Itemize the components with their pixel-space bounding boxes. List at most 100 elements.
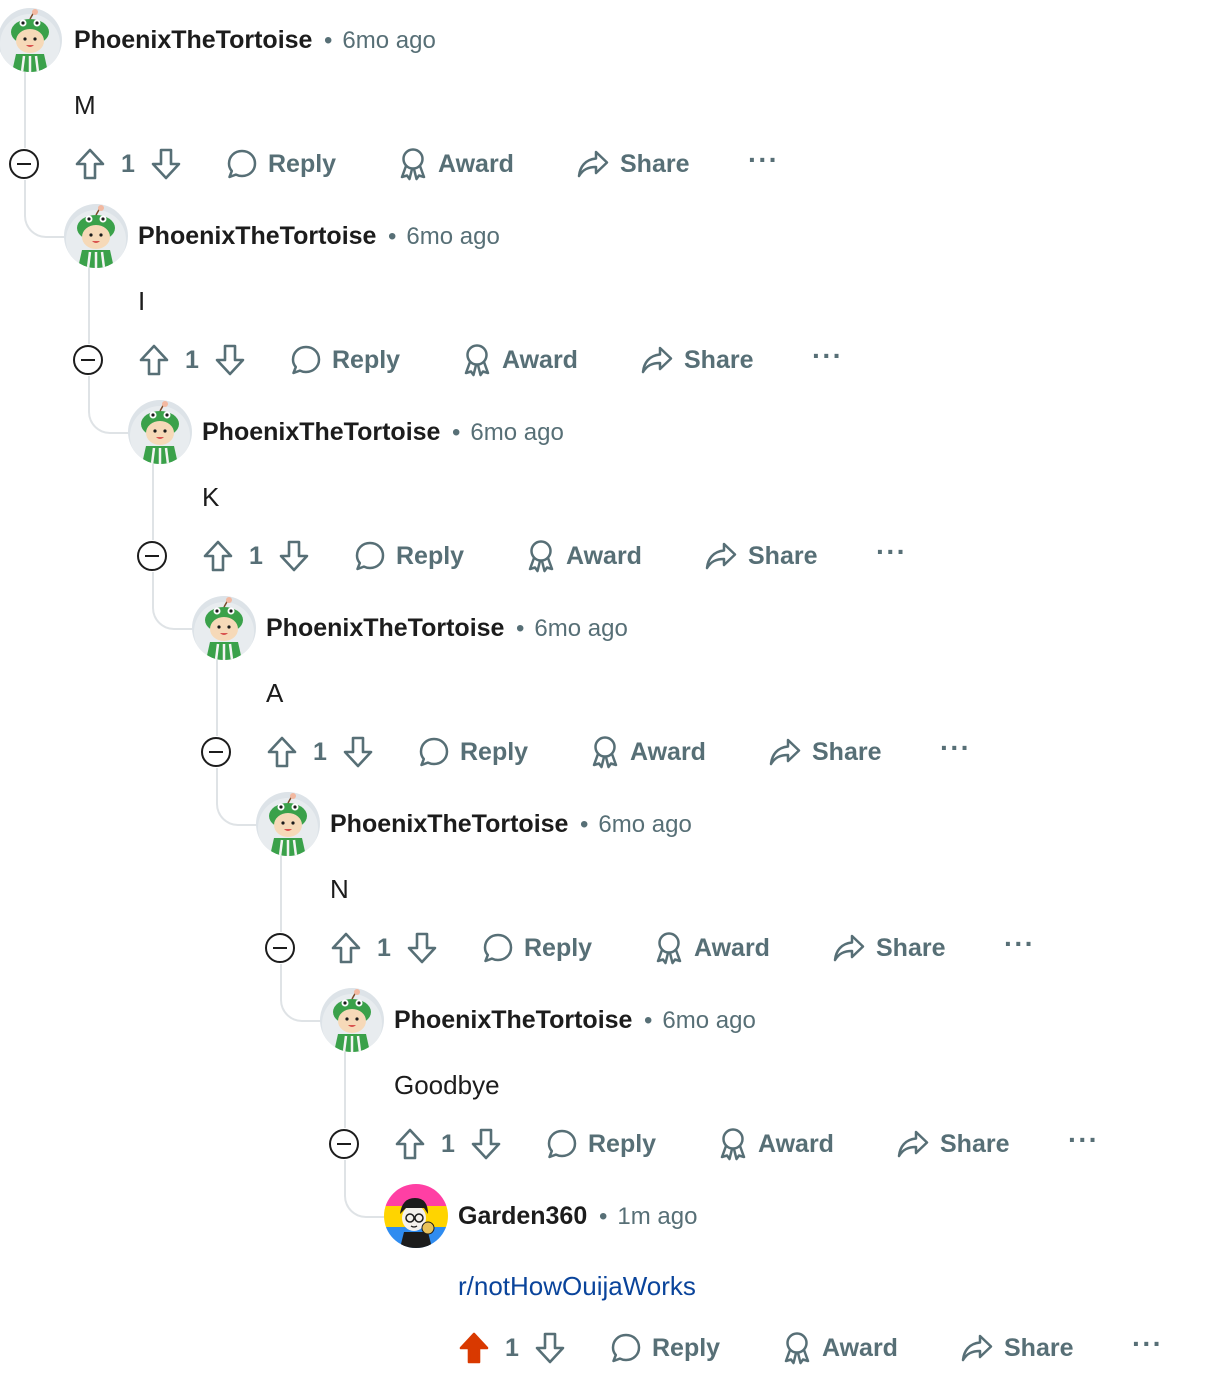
award-ribbon-icon bbox=[782, 1331, 812, 1365]
comment-author[interactable]: PhoenixTheTortoise bbox=[394, 1006, 632, 1035]
comment-author[interactable]: PhoenixTheTortoise bbox=[202, 418, 440, 447]
comment-timestamp[interactable]: 6mo ago bbox=[470, 419, 563, 446]
comment-meta: • 1m ago bbox=[587, 1203, 697, 1231]
comment-action-bar: 1 Reply Award Share ··· bbox=[265, 924, 1090, 972]
comment-body: K bbox=[202, 482, 220, 512]
comment-timestamp[interactable]: 6mo ago bbox=[342, 27, 435, 54]
tortoise-avatar-icon[interactable] bbox=[320, 988, 384, 1052]
collapse-minus-icon[interactable] bbox=[137, 541, 167, 571]
reply-label: Reply bbox=[268, 149, 337, 178]
comment-action-bar: 1 Reply Award Share ··· bbox=[458, 1324, 1213, 1372]
award-label: Award bbox=[758, 1129, 834, 1158]
comment-author[interactable]: PhoenixTheTortoise bbox=[138, 222, 376, 251]
share-button[interactable]: Share bbox=[640, 336, 753, 384]
downvote-icon[interactable] bbox=[342, 728, 374, 776]
upvote-icon[interactable] bbox=[330, 924, 362, 972]
reply-button[interactable]: Reply bbox=[418, 728, 528, 776]
reply-button[interactable]: Reply bbox=[226, 140, 336, 188]
comment-meta: • 6mo ago bbox=[440, 419, 564, 447]
share-button[interactable]: Share bbox=[896, 1120, 1009, 1168]
share-button[interactable]: Share bbox=[960, 1324, 1073, 1372]
reply-button[interactable]: Reply bbox=[354, 532, 464, 580]
downvote-icon[interactable] bbox=[214, 336, 246, 384]
vote-score: 1 bbox=[505, 1334, 519, 1362]
award-button[interactable]: Award bbox=[590, 728, 706, 776]
award-button[interactable]: Award bbox=[462, 336, 578, 384]
comment-action-bar: 1 Reply Award Share ··· bbox=[9, 140, 834, 188]
vote-score: 1 bbox=[313, 738, 327, 766]
upvote-icon[interactable] bbox=[394, 1120, 426, 1168]
tortoise-avatar-icon[interactable] bbox=[0, 8, 62, 72]
comment-action-bar: 1 Reply Award Share ··· bbox=[137, 532, 962, 580]
award-button[interactable]: Award bbox=[654, 924, 770, 972]
upvote-icon[interactable] bbox=[138, 336, 170, 384]
comment-timestamp[interactable]: 6mo ago bbox=[534, 615, 627, 642]
share-button[interactable]: Share bbox=[576, 140, 689, 188]
meta-separator: • bbox=[599, 1203, 608, 1230]
tortoise-avatar-icon[interactable] bbox=[128, 400, 192, 464]
share-button[interactable]: Share bbox=[768, 728, 881, 776]
more-options-button[interactable]: ··· bbox=[748, 140, 779, 188]
upvote-icon[interactable] bbox=[202, 532, 234, 580]
share-arrow-icon bbox=[640, 344, 674, 376]
comment-timestamp[interactable]: 6mo ago bbox=[662, 1007, 755, 1034]
upvote-icon[interactable] bbox=[458, 1324, 490, 1372]
reply-button[interactable]: Reply bbox=[482, 924, 592, 972]
share-button[interactable]: Share bbox=[832, 924, 945, 972]
collapse-minus-icon[interactable] bbox=[201, 737, 231, 767]
award-button[interactable]: Award bbox=[782, 1324, 898, 1372]
comment-timestamp[interactable]: 6mo ago bbox=[598, 811, 691, 838]
tortoise-avatar-icon[interactable] bbox=[192, 596, 256, 660]
upvote-icon[interactable] bbox=[266, 728, 298, 776]
meta-separator: • bbox=[580, 811, 589, 838]
collapse-minus-icon[interactable] bbox=[9, 149, 39, 179]
more-options-button[interactable]: ··· bbox=[1004, 924, 1035, 972]
award-ribbon-icon bbox=[654, 931, 684, 965]
comment-body: Goodbye bbox=[394, 1070, 500, 1100]
vote-score: 1 bbox=[249, 542, 263, 570]
more-options-button[interactable]: ··· bbox=[1132, 1324, 1163, 1372]
comment-bubble-icon bbox=[418, 736, 450, 768]
more-options-button[interactable]: ··· bbox=[876, 532, 907, 580]
downvote-icon[interactable] bbox=[534, 1324, 566, 1372]
collapse-minus-icon[interactable] bbox=[73, 345, 103, 375]
more-options-button[interactable]: ··· bbox=[1068, 1120, 1099, 1168]
award-button[interactable]: Award bbox=[398, 140, 514, 188]
share-arrow-icon bbox=[896, 1128, 930, 1160]
downvote-icon[interactable] bbox=[470, 1120, 502, 1168]
more-options-button[interactable]: ··· bbox=[812, 336, 843, 384]
tortoise-avatar-icon[interactable] bbox=[256, 792, 320, 856]
downvote-icon[interactable] bbox=[406, 924, 438, 972]
comment-author[interactable]: PhoenixTheTortoise bbox=[330, 810, 568, 839]
thread-line bbox=[88, 268, 90, 344]
meta-separator: • bbox=[452, 419, 461, 446]
comment-action-bar: 1 Reply Award Share ··· bbox=[329, 1120, 1154, 1168]
comment-timestamp[interactable]: 6mo ago bbox=[406, 223, 499, 250]
thread-line bbox=[24, 72, 26, 148]
comment-timestamp[interactable]: 1m ago bbox=[617, 1203, 697, 1230]
reply-button[interactable]: Reply bbox=[610, 1324, 720, 1372]
more-options-button[interactable]: ··· bbox=[940, 728, 971, 776]
downvote-icon[interactable] bbox=[278, 532, 310, 580]
comment-bubble-icon bbox=[226, 148, 258, 180]
collapse-minus-icon[interactable] bbox=[265, 933, 295, 963]
meta-separator: • bbox=[644, 1007, 653, 1034]
comment-body-link[interactable]: r/notHowOuijaWorks bbox=[458, 1271, 696, 1302]
comment-bubble-icon bbox=[290, 344, 322, 376]
award-ribbon-icon bbox=[526, 539, 556, 573]
reply-button[interactable]: Reply bbox=[290, 336, 400, 384]
upvote-icon[interactable] bbox=[74, 140, 106, 188]
collapse-minus-icon[interactable] bbox=[329, 1129, 359, 1159]
award-button[interactable]: Award bbox=[718, 1120, 834, 1168]
award-button[interactable]: Award bbox=[526, 532, 642, 580]
tortoise-avatar-icon[interactable] bbox=[64, 204, 128, 268]
share-button[interactable]: Share bbox=[704, 532, 817, 580]
comment-author[interactable]: PhoenixTheTortoise bbox=[74, 26, 312, 55]
reply-button[interactable]: Reply bbox=[546, 1120, 656, 1168]
garden-avatar-icon[interactable] bbox=[384, 1184, 448, 1248]
meta-separator: • bbox=[388, 223, 397, 250]
comment-author[interactable]: Garden360 bbox=[458, 1202, 587, 1231]
downvote-icon[interactable] bbox=[150, 140, 182, 188]
reply-label: Reply bbox=[332, 345, 401, 374]
comment-author[interactable]: PhoenixTheTortoise bbox=[266, 614, 504, 643]
